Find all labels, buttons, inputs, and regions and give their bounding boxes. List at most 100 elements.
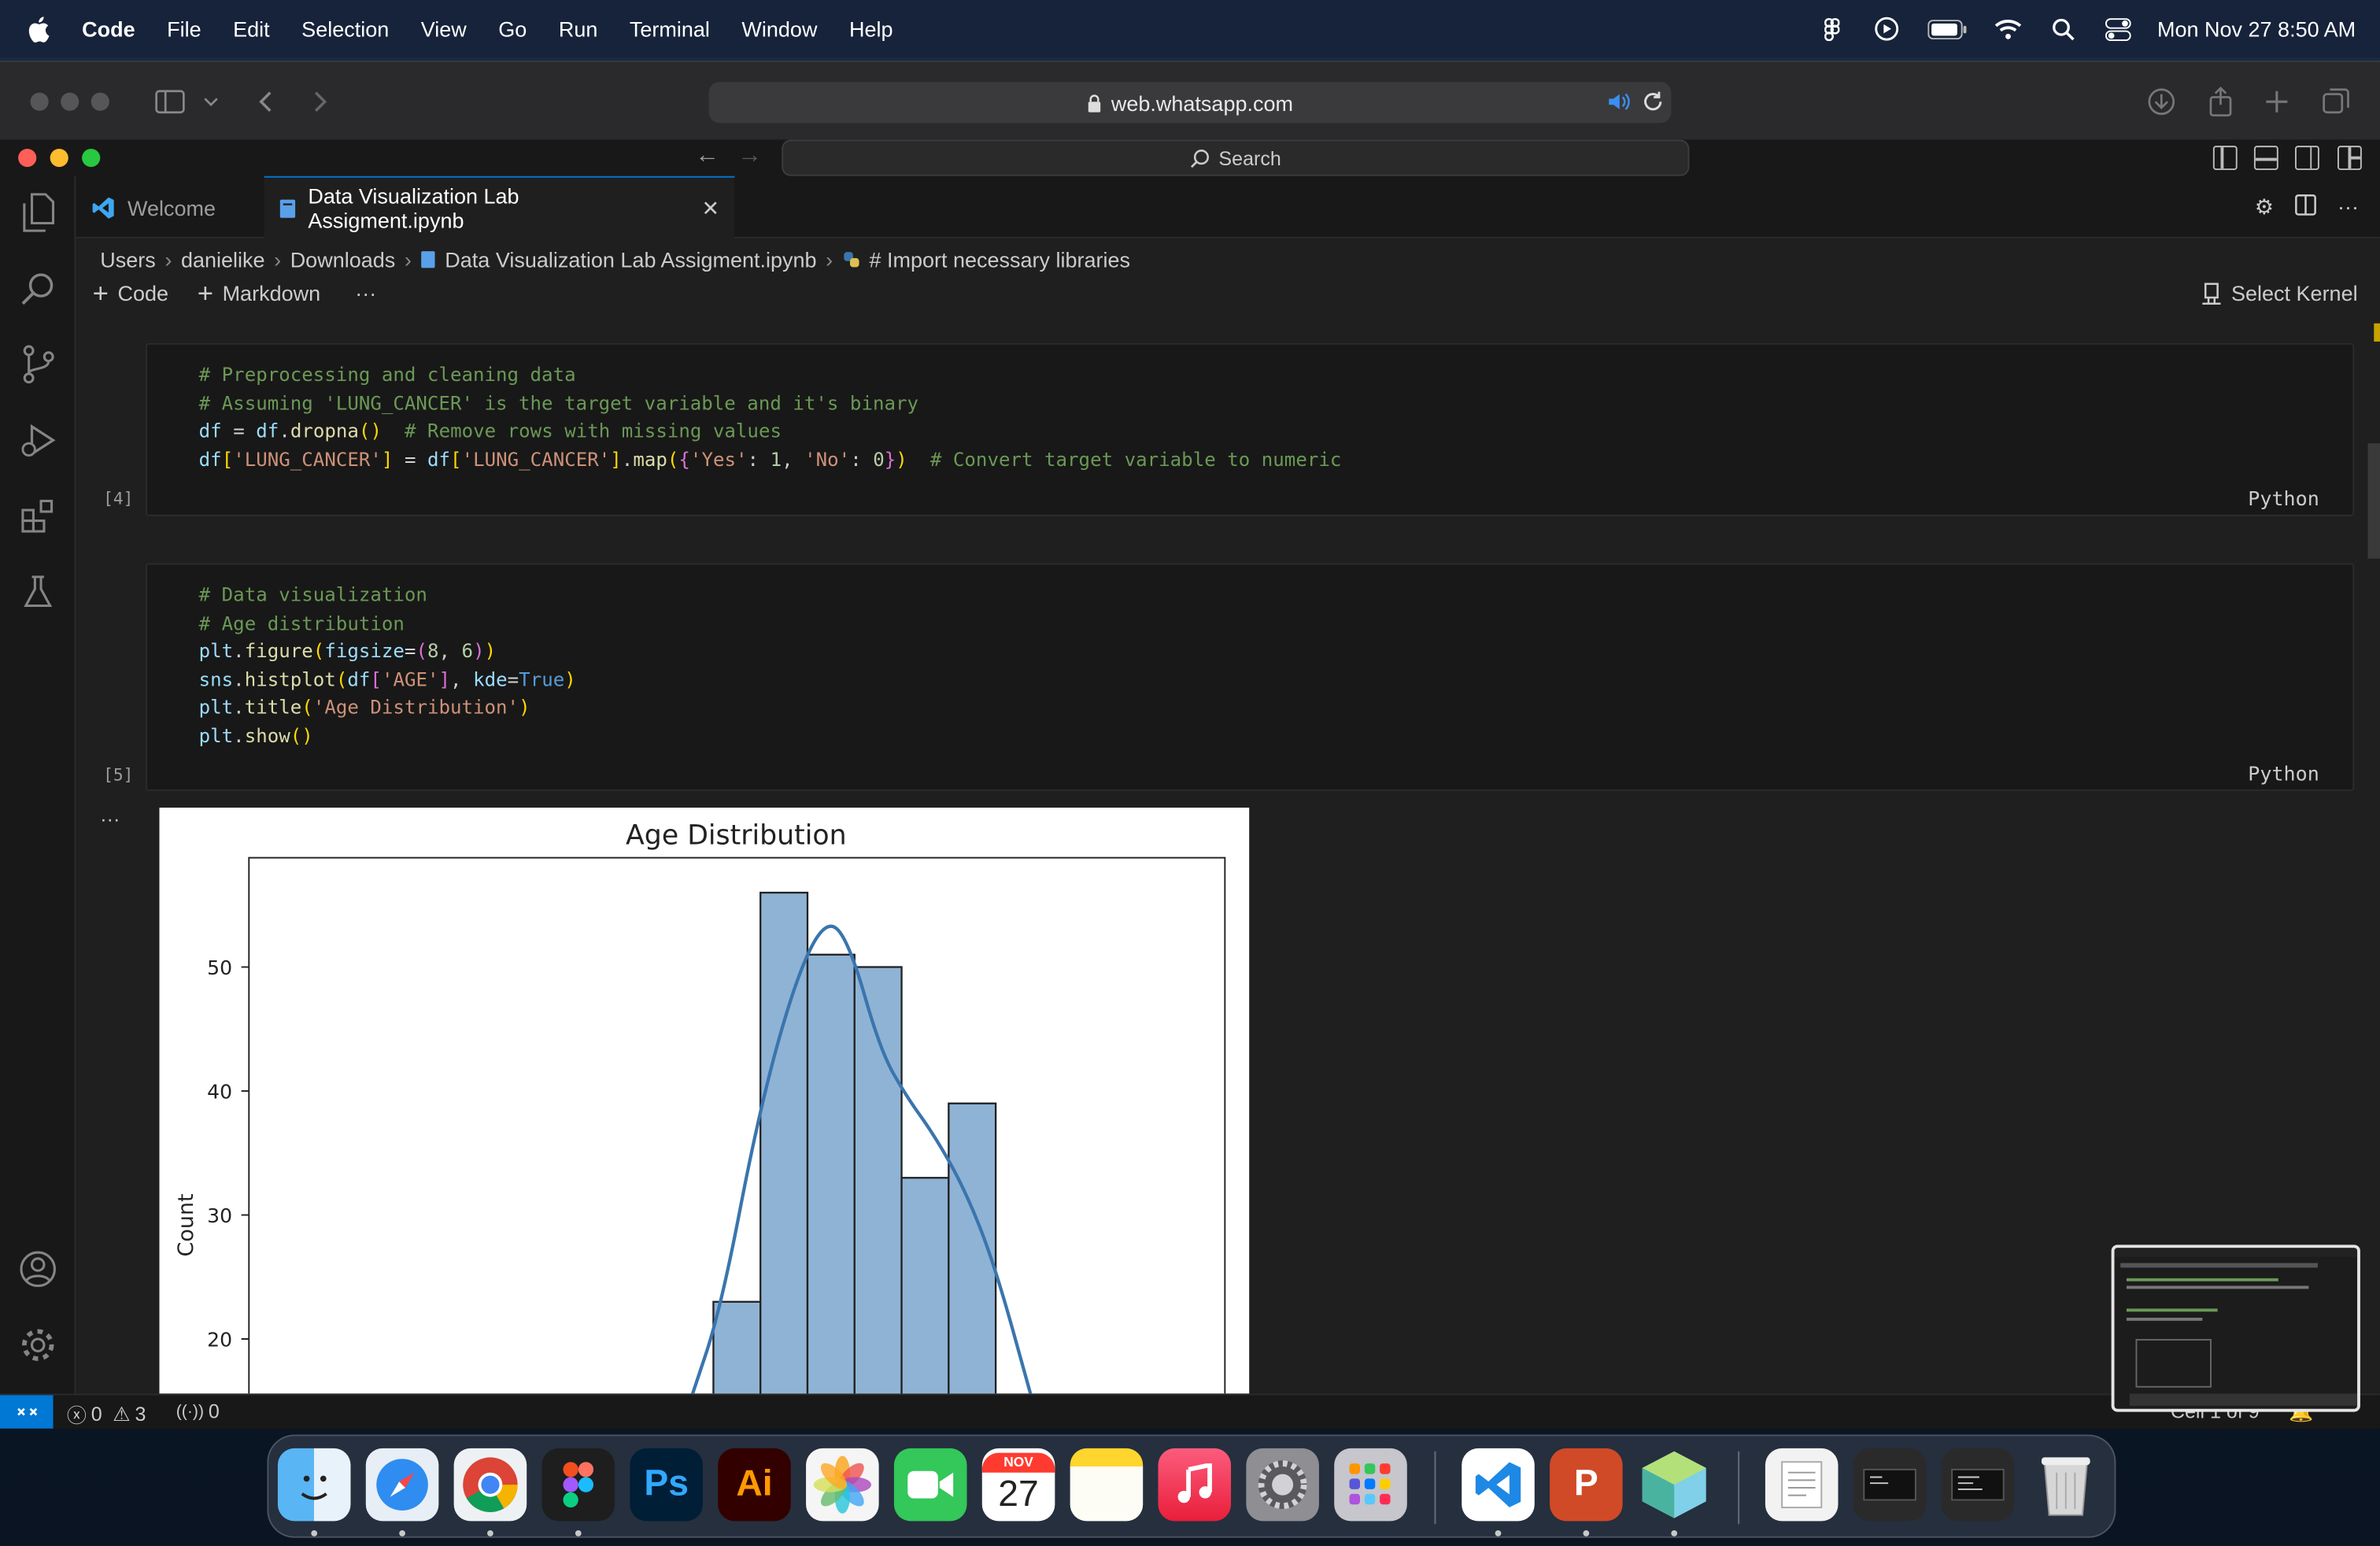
3d-cube-app-icon[interactable]: [1638, 1448, 1711, 1522]
code-cell[interactable]: # Data visualization # Age distribution …: [146, 563, 2355, 791]
calendar-app-icon[interactable]: NOV 27: [981, 1448, 1055, 1522]
browser-toolbar: web.whatsapp.com: [0, 61, 2380, 140]
screenshot-stack-icon[interactable]: [1941, 1448, 2015, 1522]
tab-notebook[interactable]: Data Visualization Lab Assigment.ipynb ✕: [264, 176, 735, 239]
reload-icon[interactable]: [1643, 91, 1664, 117]
sidebar-toggle-icon[interactable]: [152, 85, 188, 118]
tab-welcome[interactable]: Welcome: [76, 176, 262, 239]
photos-app-icon[interactable]: [806, 1448, 879, 1522]
remote-indicator[interactable]: [0, 1395, 54, 1429]
screenshot-stack-icon[interactable]: [1853, 1448, 1927, 1522]
launchpad-app-icon[interactable]: [1334, 1448, 1407, 1522]
code-cell[interactable]: # Preprocessing and cleaning data # Assu…: [146, 342, 2355, 516]
histogram-bar: [712, 1300, 762, 1394]
source-control-icon[interactable]: [0, 328, 76, 401]
breadcrumb-item[interactable]: danielike: [181, 247, 265, 272]
menubar-clock[interactable]: Mon Nov 27 8:50 AM: [2157, 17, 2356, 41]
menu-help[interactable]: Help: [849, 17, 893, 41]
breadcrumb-item[interactable]: Data Visualization Lab Assigment.ipynb: [445, 247, 816, 272]
powerpoint-app-icon[interactable]: P: [1550, 1448, 1623, 1522]
testing-flask-icon[interactable]: [0, 556, 76, 629]
notes-app-icon[interactable]: [1070, 1448, 1144, 1522]
ports-count: 0: [208, 1400, 220, 1423]
breadcrumb-item[interactable]: Users: [100, 247, 156, 272]
go-back-icon[interactable]: ←: [695, 142, 719, 170]
close-tab-icon[interactable]: ✕: [702, 195, 720, 221]
music-app-icon[interactable]: [1158, 1448, 1232, 1522]
browser-back-icon[interactable]: [247, 85, 283, 118]
system-settings-app-icon[interactable]: [1246, 1448, 1319, 1522]
add-markdown-cell-button[interactable]: + Markdown: [198, 279, 320, 307]
share-icon[interactable]: [2202, 85, 2238, 118]
vscode-logo-icon: [92, 196, 114, 218]
figma-app-icon[interactable]: [541, 1448, 615, 1522]
new-tab-icon[interactable]: [2259, 85, 2295, 118]
explorer-icon[interactable]: [0, 176, 76, 250]
photoshop-app-icon[interactable]: Ps: [630, 1448, 703, 1522]
settings-gear-icon[interactable]: ⚙: [2255, 194, 2274, 220]
command-center-search[interactable]: Search: [782, 139, 1690, 176]
problems-indicator[interactable]: ⓧ 0 ⚠ 3: [67, 1400, 146, 1429]
illustrator-app-icon[interactable]: Ai: [718, 1448, 791, 1522]
facetime-app-icon[interactable]: [893, 1448, 967, 1522]
breadcrumb-item[interactable]: Downloads: [290, 247, 396, 272]
kernel-icon: [2202, 282, 2221, 305]
menu-terminal[interactable]: Terminal: [630, 17, 710, 41]
vscode-app-icon[interactable]: [1462, 1448, 1535, 1522]
more-toolbar-actions[interactable]: ···: [355, 281, 376, 305]
customize-layout-icon[interactable]: [2337, 146, 2362, 170]
scrollbar-thumb[interactable]: [2367, 443, 2380, 559]
output-more-icon[interactable]: ···: [100, 808, 120, 830]
run-debug-icon[interactable]: [0, 404, 76, 477]
ports-indicator[interactable]: ((·)) 0: [176, 1400, 220, 1422]
menu-selection[interactable]: Selection: [301, 17, 389, 41]
wifi-icon[interactable]: [1994, 17, 2024, 41]
accounts-icon[interactable]: [0, 1233, 76, 1306]
menu-run[interactable]: Run: [559, 17, 598, 41]
spotlight-search-icon[interactable]: [2048, 17, 2079, 41]
cell-language-label[interactable]: Python: [2248, 487, 2319, 516]
select-kernel-button[interactable]: Select Kernel: [2201, 280, 2358, 305]
chevron-down-icon[interactable]: [194, 85, 227, 118]
toggle-secondary-sidebar-icon[interactable]: [2294, 146, 2319, 170]
search-view-icon[interactable]: [0, 252, 76, 325]
safari-app-icon[interactable]: [365, 1448, 439, 1522]
go-forward-icon[interactable]: →: [737, 142, 762, 170]
downloads-icon[interactable]: [2143, 85, 2179, 118]
histogram-chart: Age Distribution Count 20 30 40 50: [174, 819, 1226, 1394]
menu-edit[interactable]: Edit: [233, 17, 270, 41]
document-stack-icon[interactable]: [1765, 1448, 1839, 1522]
minimize-window-button[interactable]: [50, 148, 68, 168]
more-actions-icon[interactable]: ···: [2338, 194, 2359, 220]
play-status-icon[interactable]: [1872, 17, 1902, 41]
apple-icon[interactable]: [26, 14, 57, 43]
zoom-window-button[interactable]: [82, 148, 101, 168]
manage-gear-icon[interactable]: [0, 1308, 76, 1381]
add-code-cell-button[interactable]: + Code: [93, 279, 168, 307]
menu-go[interactable]: Go: [498, 17, 527, 41]
close-window-button[interactable]: [18, 148, 37, 168]
address-bar[interactable]: web.whatsapp.com: [708, 82, 1672, 124]
figma-status-icon[interactable]: [1817, 17, 1848, 41]
toggle-panel-icon[interactable]: [2253, 146, 2278, 170]
menu-view[interactable]: View: [421, 17, 467, 41]
menu-file[interactable]: File: [167, 17, 201, 41]
battery-icon[interactable]: [1927, 17, 1969, 41]
chrome-app-icon[interactable]: [453, 1448, 527, 1522]
toggle-primary-sidebar-icon[interactable]: [2212, 146, 2238, 170]
browser-forward-icon[interactable]: [302, 85, 338, 118]
breadcrumb-item[interactable]: # Import necessary libraries: [869, 247, 1130, 272]
extensions-icon[interactable]: [0, 479, 76, 553]
cell-language-label[interactable]: Python: [2248, 762, 2319, 790]
split-editor-icon[interactable]: [2295, 194, 2316, 220]
menu-window[interactable]: Window: [741, 17, 817, 41]
control-center-icon[interactable]: [2103, 17, 2134, 41]
finder-app-icon[interactable]: [277, 1448, 351, 1522]
menu-app-name[interactable]: Code: [82, 17, 135, 41]
tab-overview-icon[interactable]: [2318, 85, 2354, 118]
trash-icon[interactable]: [2029, 1448, 2102, 1522]
browser-window-controls[interactable]: [30, 92, 109, 111]
select-kernel-label: Select Kernel: [2230, 280, 2358, 305]
audio-playing-icon[interactable]: [1607, 91, 1632, 117]
screenshot-preview-thumbnail[interactable]: [2111, 1245, 2360, 1412]
